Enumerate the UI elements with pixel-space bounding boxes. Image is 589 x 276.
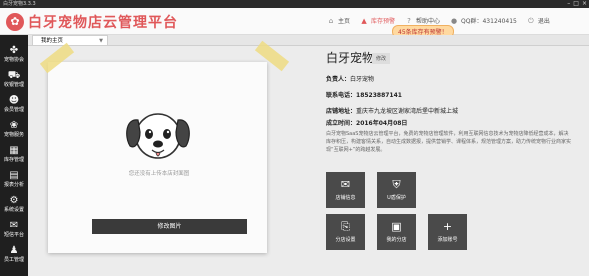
owner-value: 白牙宠物 xyxy=(350,76,375,83)
dog-icon: ❀ xyxy=(9,120,19,131)
nav-home[interactable]: ⌂ 主页 xyxy=(327,16,351,26)
plus-icon: + xyxy=(442,220,453,233)
sidebar-item-staff[interactable]: ♟ 员工管理 xyxy=(0,245,28,263)
tile-ukey-protect[interactable]: ⛨ U盾保护 xyxy=(377,172,416,208)
owner-row: 负责人：白牙宠物 xyxy=(326,74,374,83)
shop-name: 白牙宠物 xyxy=(326,51,375,65)
address-value: 重庆市九龙坡区谢家湾后堡中新城上城 xyxy=(356,108,459,115)
tile-label: 添加账号 xyxy=(437,237,458,243)
window-titlebar: 白牙宠物3.3.3 – □ × xyxy=(0,0,589,8)
tab-my-home[interactable]: 我的主页 ▼ xyxy=(32,35,108,45)
nav-stock-warning[interactable]: ▲ 库存预警 xyxy=(360,16,396,26)
sidebar-item-label: 收银管理 xyxy=(3,82,24,88)
sidebar-item-label: 会员管理 xyxy=(3,107,24,113)
sidebar-item-label: 宠物服务 xyxy=(3,132,24,138)
cart-icon: ⛟ xyxy=(7,70,21,81)
chat-icon: ✉ xyxy=(340,178,351,191)
dog-placeholder-image xyxy=(126,113,190,159)
address-row: 店铺地址：重庆市九龙坡区谢家湾后堡中新城上城 xyxy=(326,106,458,115)
store-icon: ▣ xyxy=(391,220,402,233)
founded-label: 成立时间： xyxy=(326,120,357,127)
sidebar-item-label: 库存管理 xyxy=(3,157,24,163)
qq-icon: ● xyxy=(450,16,458,25)
sidebar-item-settings[interactable]: ⚙ 系统设置 xyxy=(0,195,28,213)
sidebar-item-reports[interactable]: ▤ 报表分析 xyxy=(0,170,28,188)
nav-help-label: 帮助中心 xyxy=(416,18,441,25)
sidebar-item-members[interactable]: ☻ 会员管理 xyxy=(0,95,28,113)
sidebar-item-inventory[interactable]: ▦ 库存管理 xyxy=(0,145,28,163)
tile-label: 店铺信息 xyxy=(335,195,356,201)
sidebar-item-label: 系统设置 xyxy=(3,207,24,213)
tab-bar: 我的主页 ▼ xyxy=(28,35,589,46)
tile-label: 我的分店 xyxy=(386,237,407,243)
shop-description: 白牙宠物SaaS宠物店云管理平台，免费的宠物店管理软件，利用互联网信息技术为宠物… xyxy=(326,131,572,153)
tile-label: U盾保护 xyxy=(387,195,406,201)
sidebar-item-sms[interactable]: ✉ 短信平台 xyxy=(0,220,28,238)
founded-value: 2016年04月08日 xyxy=(356,120,408,127)
tile-add-account[interactable]: + 添加账号 xyxy=(428,214,467,250)
phone-value: 18523887141 xyxy=(356,92,402,99)
sidebar-item-label: 员工管理 xyxy=(3,257,24,263)
sidebar-item-pet-service[interactable]: ❀ 宠物服务 xyxy=(0,120,28,138)
tab-label: 我的主页 xyxy=(41,38,64,44)
sidebar: ✤ 宠物协会 ⛟ 收银管理 ☻ 会员管理 ❀ 宠物服务 ▦ 库存管理 ▤ 报表分析 ⚙ 系统设… xyxy=(0,35,28,276)
minimize-icon[interactable]: – xyxy=(567,0,570,8)
nav-home-label: 主页 xyxy=(338,18,351,25)
founded-row: 成立时间：2016年04月08日 xyxy=(326,118,407,127)
chevron-down-icon[interactable]: ▼ xyxy=(99,36,103,46)
help-icon: ? xyxy=(407,16,411,25)
sidebar-item-label: 短信平台 xyxy=(3,232,24,238)
home-icon: ⌂ xyxy=(328,16,334,25)
sidebar-item-cashier[interactable]: ⛟ 收银管理 xyxy=(0,70,28,88)
nav-qq[interactable]: ● QQ群：431240415 xyxy=(450,16,517,26)
nav-exit[interactable]: ⏻ 退出 xyxy=(527,16,550,26)
top-nav: ⌂ 主页 ▲ 库存预警 ? 帮助中心 ● QQ群：431240415 ⏻ 退出 xyxy=(327,16,560,26)
shield-icon: ⛨ xyxy=(392,178,401,191)
nav-exit-label: 退出 xyxy=(537,18,550,25)
nav-qq-label: QQ群：431240415 xyxy=(461,18,517,25)
phone-label: 联系电话： xyxy=(326,92,357,99)
sms-icon: ✉ xyxy=(9,220,19,231)
paw-logo-icon: ✿ xyxy=(6,13,24,31)
gear-icon: ⚙ xyxy=(9,195,19,206)
sidebar-item-association[interactable]: ✤ 宠物协会 xyxy=(0,45,28,63)
edit-photo-button[interactable]: 修改图片 xyxy=(92,219,247,234)
tile-shop-info[interactable]: ✉ 店铺信息 xyxy=(326,172,365,208)
branch-icon: ⎘ xyxy=(341,220,350,233)
maximize-icon[interactable]: □ xyxy=(573,0,579,8)
nav-help[interactable]: ? 帮助中心 xyxy=(405,16,441,26)
app-header: ✿ 白牙宠物店云管理平台 ⌂ 主页 ▲ 库存预警 ? 帮助中心 ● QQ群：431240… xyxy=(0,8,589,35)
photo-empty-text: 您还没有上传本店封面图 xyxy=(128,171,190,177)
sidebar-item-label: 报表分析 xyxy=(3,182,24,188)
staff-icon: ♟ xyxy=(9,245,19,256)
tile-my-branches[interactable]: ▣ 我的分店 xyxy=(377,214,416,250)
tile-branch-settings[interactable]: ⎘ 分店设置 xyxy=(326,214,365,250)
close-icon[interactable]: × xyxy=(582,0,587,8)
warning-icon: ▲ xyxy=(361,16,367,25)
address-label: 店铺地址： xyxy=(326,108,357,115)
user-icon: ☻ xyxy=(8,95,20,106)
chart-icon: ▤ xyxy=(9,170,19,181)
window-title: 白牙宠物3.3.3 xyxy=(3,1,36,7)
phone-row: 联系电话：18523887141 xyxy=(326,90,402,99)
exit-icon: ⏻ xyxy=(528,16,534,25)
app-logo: ✿ 白牙宠物店云管理平台 xyxy=(6,12,178,32)
paw-icon: ✤ xyxy=(9,45,19,56)
box-icon: ▦ xyxy=(9,145,19,156)
nav-stock-warning-label: 库存预警 xyxy=(371,18,396,25)
window-controls: – □ × xyxy=(567,0,587,8)
logo-text: 白牙宠物店云管理平台 xyxy=(28,15,178,31)
sidebar-item-label: 宠物协会 xyxy=(3,57,24,63)
owner-label: 负责人： xyxy=(326,76,351,83)
tile-label: 分店设置 xyxy=(335,237,356,243)
edit-shop-button[interactable]: 修改 xyxy=(372,53,391,64)
